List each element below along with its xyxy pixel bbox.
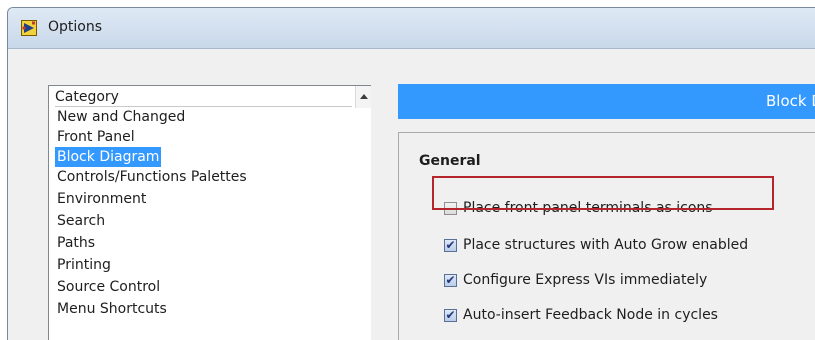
chevron-up-icon [360, 94, 368, 99]
page-title-banner: Block D [398, 84, 815, 119]
checkmark-icon: ✔ [445, 308, 456, 322]
category-item-environment[interactable]: Environment [55, 189, 148, 209]
category-item-source-control[interactable]: Source Control [55, 277, 162, 297]
checkbox[interactable]: ✔ [444, 308, 457, 322]
category-item-block-diagram[interactable]: Block Diagram [55, 147, 162, 167]
category-item-new-and-changed[interactable]: New and Changed [55, 107, 187, 127]
scroll-up-button[interactable] [355, 86, 371, 108]
checkmark-icon: ✔ [445, 238, 456, 252]
option-label: Configure Express VIs immediately [463, 272, 708, 288]
title-bar[interactable]: Options [8, 8, 815, 49]
checkmark-icon: ✔ [445, 273, 456, 287]
category-item-paths[interactable]: Paths [55, 233, 97, 253]
options-window: Options Category New and Changed Front P… [7, 7, 815, 340]
dialog-body: Category New and Changed Front Panel Blo… [8, 49, 815, 340]
category-list[interactable]: Category New and Changed Front Panel Blo… [48, 85, 371, 340]
category-header: Category [55, 88, 352, 107]
page-title: Block D [766, 92, 815, 110]
option-label: Auto-insert Feedback Node in cycles [463, 307, 718, 323]
general-section: General Place front panel terminals as i… [398, 132, 815, 340]
category-item-printing[interactable]: Printing [55, 255, 113, 275]
option-label: Place structures with Auto Grow enabled [463, 237, 749, 253]
labview-icon [21, 20, 37, 36]
category-item-controls-functions-palettes[interactable]: Controls/Functions Palettes [55, 167, 249, 187]
category-item-menu-shortcuts[interactable]: Menu Shortcuts [55, 299, 169, 319]
category-item-search[interactable]: Search [55, 211, 107, 231]
section-title: General [419, 153, 481, 169]
category-item-front-panel[interactable]: Front Panel [55, 127, 137, 147]
window-title: Options [48, 19, 103, 35]
checkbox[interactable]: ✔ [444, 273, 457, 287]
annotation-highlight-box [432, 176, 774, 210]
checkbox[interactable]: ✔ [444, 238, 457, 252]
